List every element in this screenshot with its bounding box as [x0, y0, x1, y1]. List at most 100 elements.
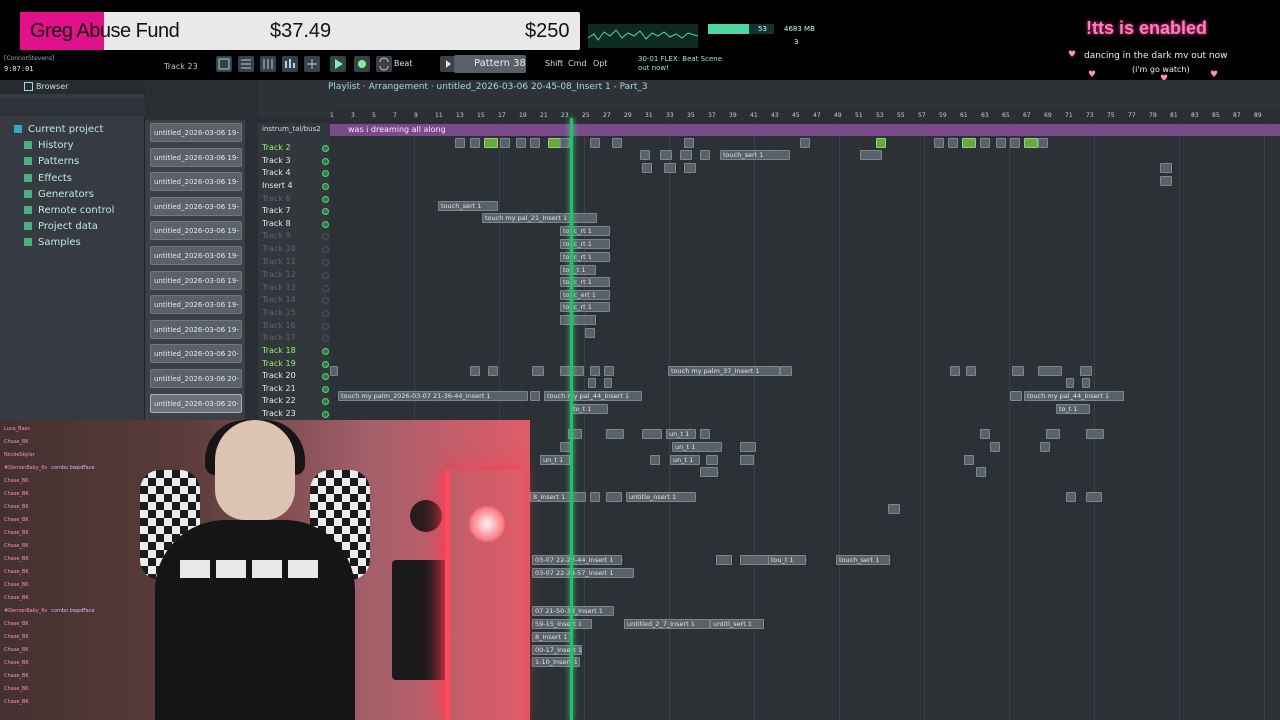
track-header[interactable]: Insert 4 [262, 181, 332, 193]
pattern-clip[interactable] [740, 455, 754, 465]
track-mute-led[interactable] [322, 183, 329, 190]
pattern-clip[interactable] [642, 429, 662, 439]
pattern-clip[interactable] [962, 138, 976, 148]
pattern-clip[interactable]: un_t 1 [666, 429, 696, 439]
pattern-clip[interactable]: 03-07 22-24-57_Insert 1 [532, 568, 634, 578]
pattern-clip[interactable] [1038, 138, 1048, 148]
pattern-clip[interactable] [1160, 176, 1172, 186]
pattern-clip[interactable] [660, 150, 672, 160]
audio-clip-top[interactable] [330, 124, 1280, 136]
loop-icon[interactable] [376, 56, 392, 72]
track-mute-led[interactable] [322, 259, 329, 266]
track-header[interactable]: Track 4 [262, 168, 332, 180]
pattern-clip[interactable]: 8_Insert 1 [530, 492, 586, 502]
track-header[interactable]: Track 10 [262, 244, 332, 256]
track-mute-led[interactable] [322, 373, 329, 380]
pattern-clip[interactable] [590, 138, 600, 148]
playlist-tool-icon[interactable] [216, 56, 232, 72]
pattern-clip[interactable] [1010, 138, 1020, 148]
track-header[interactable]: Track 3 [262, 156, 332, 168]
pattern-clip[interactable]: untitle_nsert 1 [626, 492, 696, 502]
pattern-clip[interactable] [934, 138, 944, 148]
track-header[interactable]: Track 14 [262, 295, 332, 307]
pattern-clip[interactable] [976, 467, 986, 477]
pattern-clip[interactable] [700, 150, 710, 160]
pattern-item[interactable]: untitled_2026-03-06 19- [150, 221, 242, 241]
pattern-clip[interactable] [604, 378, 612, 388]
pattern-clip[interactable] [1046, 429, 1060, 439]
track-header[interactable]: Track 13 [262, 283, 332, 295]
timeline-ruler[interactable]: 1 3 5 7 9 11 13 15 17 19 21 23 25 27 29 31 33 35 37 39 41 43 4… [330, 110, 1280, 122]
pattern-clip[interactable] [530, 391, 540, 401]
pattern-clip[interactable]: to_t 1 [570, 404, 608, 414]
pattern-clip[interactable] [950, 366, 960, 376]
pattern-clip[interactable] [585, 328, 595, 338]
pattern-clip[interactable] [606, 492, 622, 502]
pattern-item[interactable]: untitled_2026-03-06 19- [150, 123, 242, 142]
track-header[interactable]: Track 21 [262, 384, 332, 396]
track-mute-led[interactable] [322, 398, 329, 405]
pattern-item[interactable]: untitled_2026-03-06 19- [150, 319, 242, 339]
pattern-clip[interactable]: tou_t 1 [768, 555, 806, 565]
track-header[interactable]: Track 12 [262, 270, 332, 282]
pattern-clip[interactable]: touc_rt 1 [560, 277, 610, 287]
pattern-clip[interactable] [330, 366, 338, 376]
pattern-clip[interactable]: un_t 1 [672, 442, 722, 452]
track-mute-led[interactable] [322, 285, 329, 292]
pattern-clip[interactable]: touch my palm_37_Insert 1 [668, 366, 780, 376]
pattern-clip[interactable] [1066, 378, 1074, 388]
pattern-clip[interactable]: tou_t 1 [560, 265, 596, 275]
pattern-clip[interactable]: touc_rt 1 [560, 302, 610, 312]
browser-item[interactable]: Effects [24, 173, 72, 184]
plugin-icon[interactable] [304, 56, 320, 72]
pattern-clip[interactable] [1082, 378, 1090, 388]
piano-roll-icon[interactable] [238, 56, 254, 72]
pattern-clip[interactable] [800, 138, 810, 148]
pattern-clip[interactable] [470, 138, 480, 148]
pattern-clip[interactable]: touc_rt 1 [560, 226, 610, 236]
pattern-clip[interactable] [860, 150, 882, 160]
track-mute-led[interactable] [322, 233, 329, 240]
pattern-clip[interactable]: 59-15_Insert 1 [532, 619, 592, 629]
track-header[interactable]: Track 22 [262, 396, 332, 408]
pattern-item[interactable]: untitled_2026-03-06 19- [150, 196, 242, 216]
pattern-clip[interactable] [980, 138, 990, 148]
pattern-clip[interactable] [1066, 492, 1076, 502]
opt-button[interactable]: Opt [593, 59, 608, 68]
pattern-clip[interactable] [612, 138, 622, 148]
pattern-clip[interactable] [980, 429, 990, 439]
track-header[interactable]: Track 16 [262, 321, 332, 333]
beat-mode[interactable]: Beat [394, 59, 412, 68]
pattern-clip[interactable] [664, 163, 676, 173]
pattern-clip[interactable]: touc_rt 1 [560, 252, 610, 262]
channel-rack-icon[interactable] [260, 56, 276, 72]
track-mute-led[interactable] [322, 246, 329, 253]
pattern-item[interactable]: untitled_2026-03-06 19- [150, 246, 242, 265]
pattern-item[interactable]: untitled_2026-03-06 20- [150, 393, 242, 413]
pattern-clip[interactable] [1010, 391, 1022, 401]
pattern-clip[interactable] [680, 150, 692, 160]
pattern-clip[interactable] [606, 429, 624, 439]
track-mute-led[interactable] [322, 348, 329, 355]
track-header[interactable]: Track 6 [262, 194, 332, 206]
browser-item[interactable]: Generators [24, 189, 94, 200]
pattern-clip[interactable] [740, 555, 770, 565]
pattern-clip[interactable]: untitled_2_7_Insert 1 [624, 619, 710, 629]
track-header[interactable]: Track 15 [262, 308, 332, 320]
pattern-clip[interactable] [740, 442, 756, 452]
cmd-button[interactable]: Cmd [568, 59, 586, 68]
track-header[interactable]: Track 11 [262, 257, 332, 269]
pattern-clip[interactable] [588, 378, 596, 388]
browser-item[interactable]: Project data [24, 221, 98, 232]
pattern-clip[interactable]: touch_sert 1 [836, 555, 890, 565]
track-header[interactable]: Track 20 [262, 371, 332, 383]
track-mute-led[interactable] [322, 145, 329, 152]
pattern-clip[interactable] [590, 492, 600, 502]
pattern-item[interactable]: untitled_2026-03-06 19- [150, 147, 242, 167]
pattern-clip[interactable]: 07 21-50-38_Insert 1 [532, 606, 614, 616]
shift-button[interactable]: Shift [545, 59, 563, 68]
browser-title[interactable]: Browser [36, 82, 68, 91]
pattern-clip[interactable]: un_t 1 [670, 455, 700, 465]
track-mute-led[interactable] [322, 323, 329, 330]
track-mute-led[interactable] [322, 272, 329, 279]
